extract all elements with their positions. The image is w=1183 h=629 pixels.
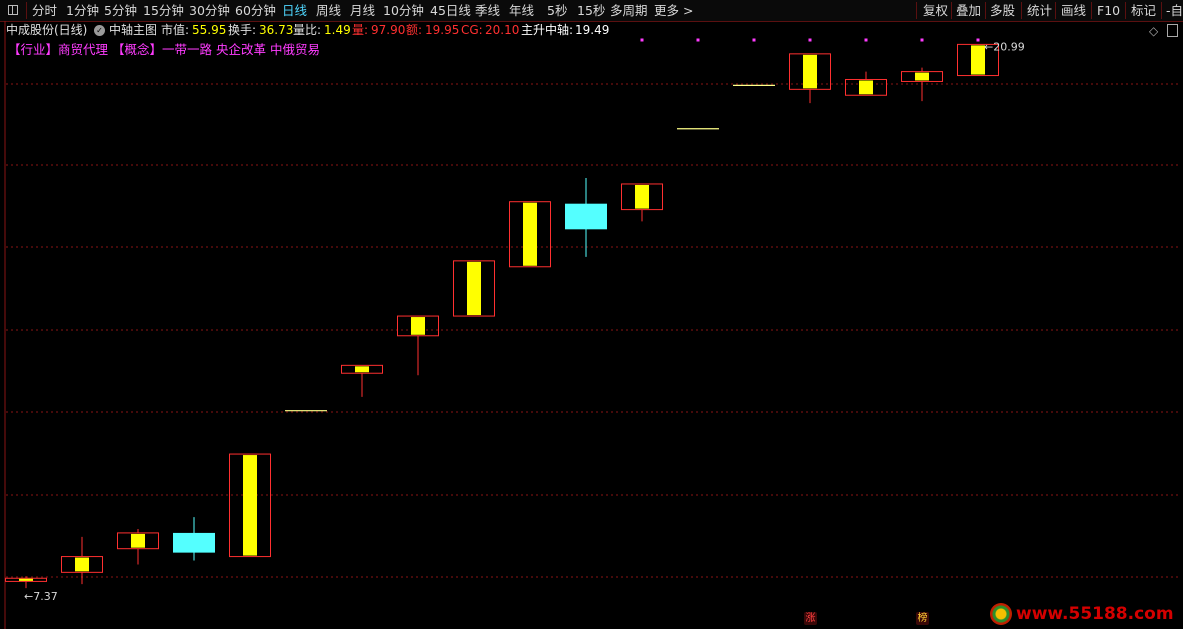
candle-body-down (565, 203, 607, 230)
candle-fill-up (859, 80, 873, 95)
signal-dot (920, 38, 924, 42)
signal-dot (640, 38, 644, 42)
candle-fill-up (467, 261, 481, 316)
signal-dot (808, 38, 812, 42)
site-logo-icon (990, 603, 1012, 625)
candle-fill-up (971, 45, 985, 75)
candles-layer (5, 43, 999, 589)
candle-fill-up (915, 72, 929, 81)
candle-fill-up (243, 455, 257, 556)
candle-fill-up (131, 533, 145, 548)
candle-fill-up (635, 184, 649, 209)
candle-fill-up (75, 557, 89, 572)
signal-dot (976, 38, 980, 42)
candle-body-down (173, 532, 215, 553)
signal-dot (864, 38, 868, 42)
min-price-label: ←7.37 (24, 590, 58, 603)
candle-fill-up (355, 366, 369, 373)
chart-gridlines (6, 83, 1180, 578)
signal-dot (696, 38, 700, 42)
signal-dot (752, 38, 756, 42)
signal-badge: 榜 (916, 612, 929, 625)
candle-fill-up (803, 54, 817, 89)
max-price-label: ←20.99 (984, 40, 1025, 53)
top-dots-layer (640, 38, 980, 42)
kline-chart[interactable]: ←20.99 ←7.37 (0, 0, 1183, 629)
candle-fill-up (411, 317, 425, 335)
candle-fill-up (523, 202, 537, 266)
candle-fill-up (19, 578, 33, 581)
signal-badge: 涨 (804, 612, 817, 625)
watermark-text: www.55188.com (1016, 604, 1174, 624)
site-watermark: www.55188.com (990, 600, 1174, 628)
